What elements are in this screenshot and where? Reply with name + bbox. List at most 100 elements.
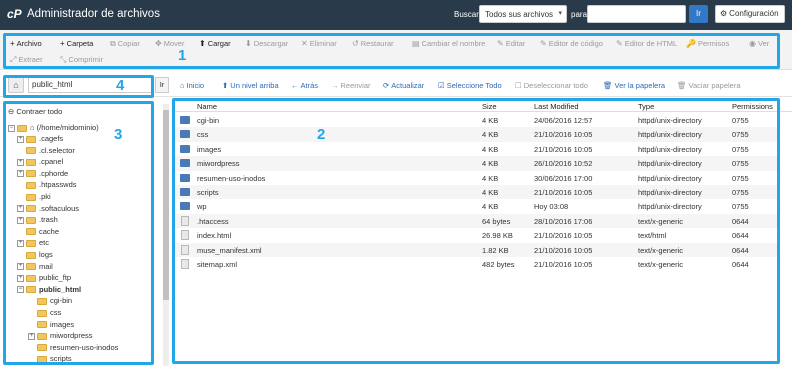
expand-toggle-icon[interactable]: + bbox=[28, 332, 35, 340]
search-scope-select[interactable]: Todos sus archivos ▾ bbox=[479, 5, 567, 23]
tree-item[interactable]: logs bbox=[17, 249, 53, 260]
expand-toggle-icon[interactable]: + bbox=[17, 216, 24, 224]
cell-name: index.html bbox=[197, 231, 232, 241]
toolbar-button-editor-de-html[interactable]: ✎ Editor de HTML bbox=[616, 39, 677, 48]
tree-item[interactable]: resumen-uso-inodos bbox=[28, 342, 118, 353]
nav-seleccione-todo[interactable]: ☑ Seleccione Todo bbox=[438, 81, 502, 90]
tree-item[interactable]: .pki bbox=[17, 191, 51, 202]
collapse-all-link[interactable]: ⊖ Contraer todo bbox=[8, 107, 62, 116]
table-row[interactable]: images 4 KB 21/10/2016 10:05 httpd/unix-dir… bbox=[172, 142, 780, 156]
home-icon[interactable]: ⌂ bbox=[8, 77, 24, 93]
toolbar-icon: + bbox=[60, 39, 65, 48]
table-row[interactable]: sitemap.xml 482 bytes 21/10/2016 10:05 text… bbox=[172, 257, 780, 271]
toolbar-button-copiar[interactable]: ⧉ Copiar bbox=[110, 39, 140, 49]
tree-scroll-thumb[interactable] bbox=[163, 110, 169, 300]
expand-toggle-icon[interactable]: + bbox=[17, 263, 24, 271]
path-input[interactable]: public_html bbox=[28, 77, 152, 93]
folder-icon bbox=[26, 158, 36, 166]
file-icon bbox=[181, 230, 189, 241]
expand-toggle-icon[interactable]: + bbox=[17, 274, 24, 282]
collapse-toggle-icon[interactable]: − bbox=[8, 124, 15, 132]
tree-item[interactable]: − public_html bbox=[17, 284, 81, 295]
table-row[interactable]: index.html 26.98 KB 21/10/2016 10:05 text/h… bbox=[172, 228, 780, 242]
table-row[interactable]: muse_manifest.xml 1.82 KB 21/10/2016 10:05… bbox=[172, 242, 780, 257]
search-go-button[interactable]: Ir bbox=[689, 5, 708, 23]
column-header[interactable]: Permissions bbox=[732, 102, 773, 111]
toolbar-icon: ↺ bbox=[352, 39, 359, 48]
table-row[interactable]: .htaccess 64 bytes 28/10/2016 17:06 text/x-… bbox=[172, 213, 780, 229]
search-input[interactable] bbox=[587, 5, 686, 23]
nav-label: Vaciar papelera bbox=[688, 81, 741, 90]
nav-actualizar[interactable]: ⟳ Actualizar bbox=[383, 81, 424, 90]
toolbar-button-extraer[interactable]: ⤢ Extraer bbox=[10, 55, 43, 65]
cell-type: text/x-generic bbox=[638, 216, 684, 226]
expand-toggle-icon[interactable]: + bbox=[17, 205, 24, 213]
column-header[interactable]: Type bbox=[638, 102, 654, 111]
toolbar-icon: ▤ bbox=[412, 39, 420, 48]
table-row[interactable]: css 4 KB 21/10/2016 10:05 httpd/unix-direct… bbox=[172, 127, 780, 142]
toolbar-button-editor-de-c-digo[interactable]: ✎ Editor de código bbox=[540, 39, 603, 48]
nav-inicio[interactable]: ⌂ Inicio bbox=[180, 81, 204, 90]
nav-atr-s[interactable]: ← Atrás bbox=[291, 81, 318, 90]
toolbar-label: Extraer bbox=[18, 55, 43, 64]
nav-icon: → bbox=[331, 81, 339, 90]
toolbar-button-ver[interactable]: ◉ Ver bbox=[749, 39, 769, 48]
table-row[interactable]: resumen-uso-inodos 4 KB 30/06/2016 17:00 ht… bbox=[172, 171, 780, 185]
toolbar-button-cambiar-el-nombre[interactable]: ▤ Cambiar el nombre bbox=[412, 39, 485, 48]
column-header[interactable]: Size bbox=[482, 102, 497, 111]
tree-item[interactable]: + .cphorde bbox=[17, 168, 68, 179]
tree-item[interactable]: cache bbox=[17, 226, 59, 237]
nav-ver-la-papelera[interactable]: 🗑 Ver la papelera bbox=[603, 81, 665, 90]
cell-type: text/html bbox=[638, 231, 667, 241]
tree-item[interactable]: cgi-bin bbox=[28, 295, 72, 306]
expand-toggle-icon[interactable]: + bbox=[17, 170, 24, 178]
column-header[interactable]: Last Modified bbox=[534, 102, 579, 111]
table-row[interactable]: cgi-bin 4 KB 24/06/2016 12:57 httpd/unix-di… bbox=[172, 113, 780, 127]
toolbar-button-carpeta[interactable]: + Carpeta bbox=[60, 39, 93, 48]
toolbar-label: Editar bbox=[505, 39, 526, 48]
tree-item[interactable]: .cl.selector bbox=[17, 145, 75, 156]
tree-item[interactable]: + .trash bbox=[17, 214, 58, 225]
nav-deseleccionar-todo[interactable]: ☐ Deseleccionar todo bbox=[515, 81, 588, 90]
toolbar-button-permisos[interactable]: 🔑 Permisos bbox=[686, 39, 729, 48]
tree-item[interactable]: + etc bbox=[17, 237, 49, 248]
toolbar-button-descargar[interactable]: ⬇ Descargar bbox=[245, 39, 288, 48]
tree-root[interactable]: − ⌂ (/home/midominio) bbox=[8, 122, 99, 133]
expand-toggle-icon[interactable]: + bbox=[17, 158, 24, 166]
tree-item[interactable]: css bbox=[28, 307, 61, 318]
toolbar-button-comprimir[interactable]: ⤡ Comprimir bbox=[60, 55, 103, 65]
cell-perm: 0755 bbox=[732, 188, 749, 197]
tree-scrollbar[interactable] bbox=[163, 104, 169, 366]
table-row[interactable]: miwordpress 4 KB 26/10/2016 10:52 httpd/uni… bbox=[172, 156, 780, 171]
nav-icon: 🗑 bbox=[677, 81, 687, 90]
toolbar-button-restaurar[interactable]: ↺ Restaurar bbox=[352, 39, 394, 48]
expand-toggle-icon[interactable]: + bbox=[17, 135, 24, 143]
tree-item[interactable]: images bbox=[28, 319, 74, 330]
cell-modified: 21/10/2016 10:05 bbox=[534, 130, 593, 140]
tree-item[interactable]: + .cpanel bbox=[17, 156, 63, 167]
table-row[interactable]: scripts 4 KB 21/10/2016 10:05 httpd/unix-di… bbox=[172, 185, 780, 200]
path-go-button[interactable]: Ir bbox=[155, 77, 169, 93]
toolbar-button-cargar[interactable]: ⬆ Cargar bbox=[199, 39, 231, 48]
settings-button[interactable]: ⚙ Configuración bbox=[715, 5, 785, 23]
tree-item[interactable]: scripts bbox=[28, 353, 72, 364]
folder-icon bbox=[26, 251, 36, 259]
tree-item[interactable]: + public_ftp bbox=[17, 272, 71, 283]
nav-reenviar[interactable]: → Reenviar bbox=[331, 81, 371, 90]
toolbar-button-archivo[interactable]: + Archivo bbox=[10, 39, 42, 48]
column-header[interactable]: Name bbox=[197, 102, 217, 111]
expand-toggle-icon[interactable]: + bbox=[17, 239, 24, 247]
nav-icon: ⬆ bbox=[222, 81, 229, 90]
tree-item[interactable]: + miwordpress bbox=[28, 330, 93, 341]
tree-item[interactable]: + .softaculous bbox=[17, 203, 79, 214]
nav-vaciar-papelera[interactable]: 🗑 Vaciar papelera bbox=[677, 81, 741, 90]
tree-item[interactable]: + .cagefs bbox=[17, 133, 63, 144]
table-row[interactable]: wp 4 KB Hoy 03:08 httpd/unix-directory 0755 bbox=[172, 199, 780, 213]
toolbar-icon: ◉ bbox=[749, 39, 756, 48]
tree-item[interactable]: + mail bbox=[17, 261, 53, 272]
expand-toggle-icon[interactable]: − bbox=[17, 286, 24, 294]
toolbar-button-editar[interactable]: ✎ Editar bbox=[497, 39, 525, 48]
toolbar-button-eliminar[interactable]: ✕ Eliminar bbox=[301, 39, 337, 48]
tree-item[interactable]: .htpasswds bbox=[17, 179, 77, 190]
nav-un-nivel-arriba[interactable]: ⬆ Un nivel arriba bbox=[222, 81, 279, 90]
